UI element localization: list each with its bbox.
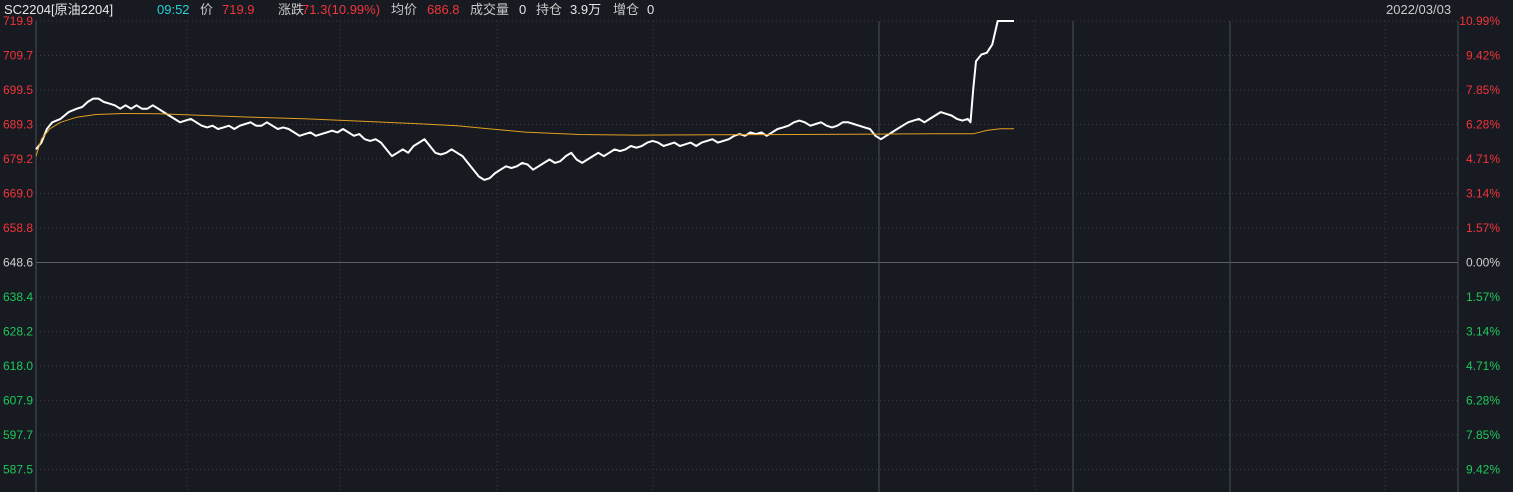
average-price-line <box>35 113 1014 157</box>
left-tick-label: 658.8 <box>3 221 33 235</box>
left-tick-label: 597.7 <box>3 428 33 442</box>
left-tick-label: 648.6 <box>3 256 33 270</box>
right-tick-label: 10.99% <box>1459 14 1500 28</box>
left-tick-label: 709.7 <box>3 49 33 63</box>
right-percent-axis: 10.99% 9.42% 7.85% 6.28% 4.71% 3.14% 1.57% 0.00… <box>1459 14 1500 476</box>
right-tick-label: 1.57% <box>1466 290 1500 304</box>
right-tick-label: 1.57% <box>1466 221 1500 235</box>
left-tick-label: 618.0 <box>3 359 33 373</box>
price-line <box>35 20 1014 181</box>
price-chart: 719.9 709.7 699.5 689.3 679.2 669.0 658.8 648.6… <box>3 14 1500 492</box>
left-price-axis: 719.9 709.7 699.5 689.3 679.2 669.0 658.8 648.6… <box>3 14 33 476</box>
right-tick-label: 9.42% <box>1466 462 1500 476</box>
left-tick-label: 719.9 <box>3 14 33 28</box>
right-tick-label: 4.71% <box>1466 152 1500 166</box>
intraday-chart-app: SC2204[原油2204] 09:52 价 719.9 涨跌 71.3(10.… <box>0 0 1513 492</box>
right-tick-label: 0.00% <box>1466 256 1500 270</box>
right-tick-label: 6.28% <box>1466 118 1500 132</box>
left-tick-label: 628.2 <box>3 325 33 339</box>
grid <box>35 20 1459 492</box>
left-tick-label: 689.3 <box>3 118 33 132</box>
right-tick-label: 7.85% <box>1466 428 1500 442</box>
right-tick-label: 9.42% <box>1466 49 1500 63</box>
right-tick-label: 7.85% <box>1466 83 1500 97</box>
left-tick-label: 607.9 <box>3 393 33 407</box>
right-tick-label: 3.14% <box>1466 186 1500 200</box>
left-tick-label: 699.5 <box>3 83 33 97</box>
right-tick-label: 6.28% <box>1466 393 1500 407</box>
right-tick-label: 3.14% <box>1466 325 1500 339</box>
left-tick-label: 587.5 <box>3 462 33 476</box>
right-tick-label: 4.71% <box>1466 359 1500 373</box>
series-lines <box>35 20 1014 181</box>
left-tick-label: 669.0 <box>3 186 33 200</box>
left-tick-label: 638.4 <box>3 290 33 304</box>
left-tick-label: 679.2 <box>3 152 33 166</box>
